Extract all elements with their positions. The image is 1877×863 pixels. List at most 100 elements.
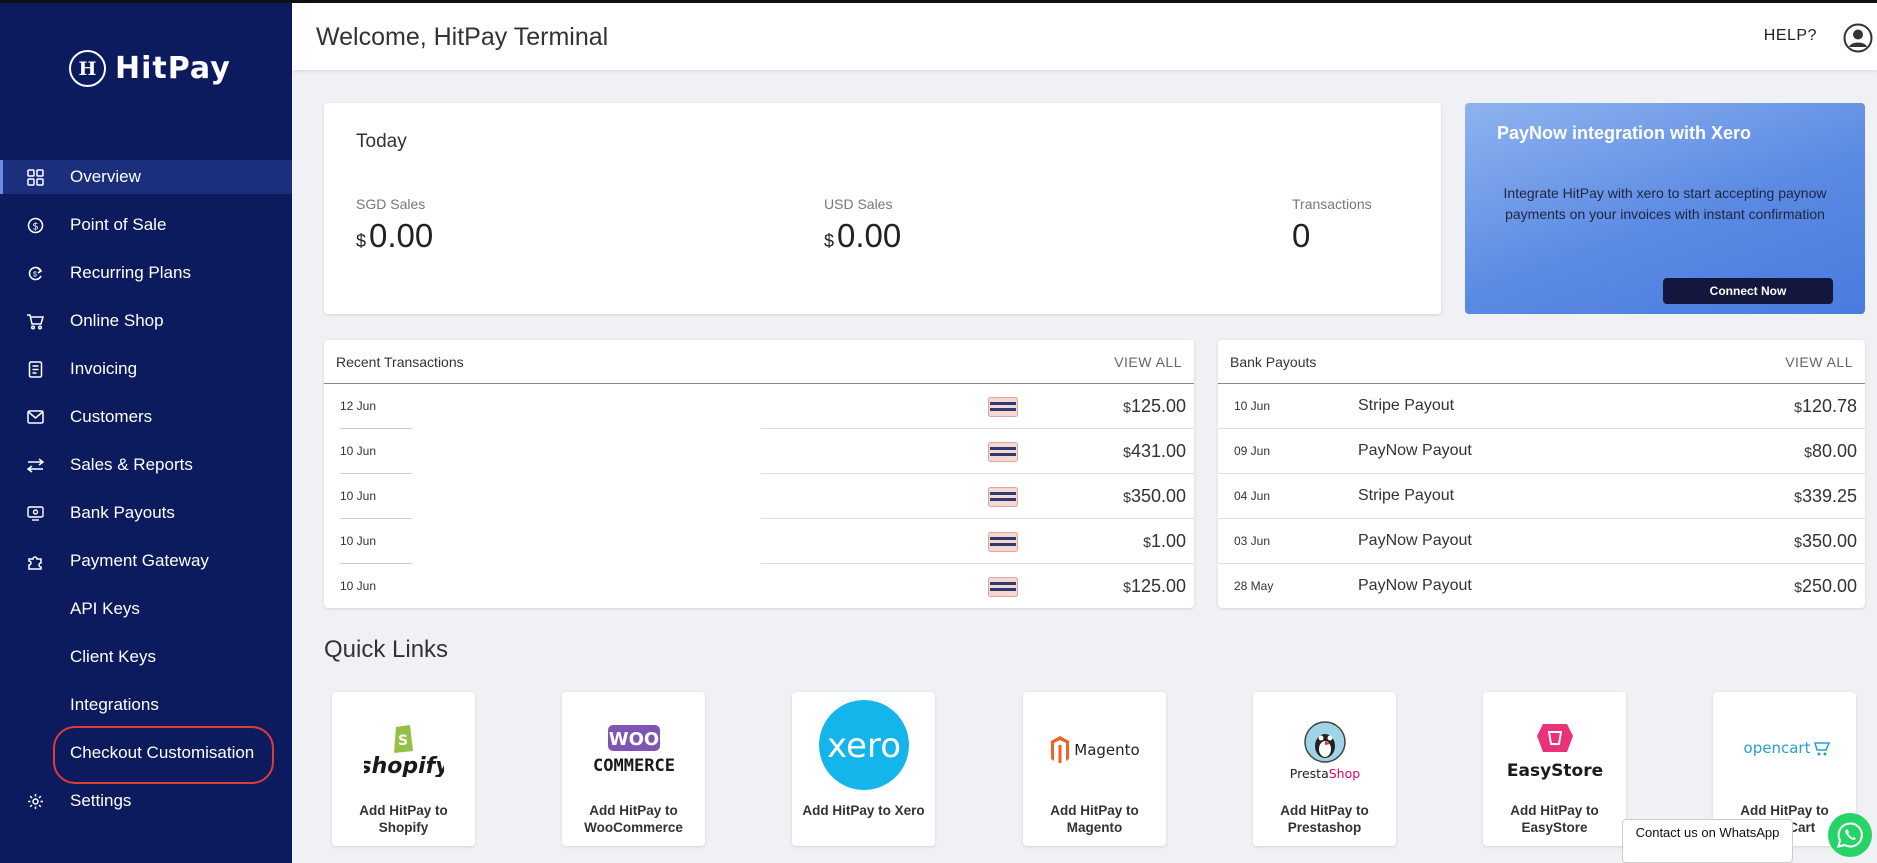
easystore-logo-icon: EasyStore [1483,704,1626,794]
amount-value: 431.00 [1130,441,1186,461]
table-row[interactable]: 10 Jun $431.00 [324,429,1194,474]
table-row[interactable]: 10 Jun Stripe Payout $120.78 [1218,384,1865,429]
brand-logo[interactable]: H HitPay [69,50,231,87]
quick-link-prestashop[interactable]: PrestaShop Add HitPay to Prestashop [1253,692,1396,846]
row-date: 04 Jun [1234,489,1271,503]
stat-value: $0.00 [824,217,901,255]
opencart-wordmark: opencart [1743,739,1810,757]
view-all-transactions-link[interactable]: VIEW ALL [1114,354,1182,370]
row-amount: $120.78 [1794,396,1857,417]
sidebar-item-label: Settings [70,791,132,810]
stat-value: 0 [1292,217,1372,255]
table-row[interactable]: 03 Jun PayNow Payout $350.00 [1218,519,1865,564]
currency-symbol: $ [1794,579,1802,595]
swap-arrows-icon [26,456,44,474]
table-row[interactable]: 10 Jun $350.00 [324,474,1194,519]
row-date: 10 Jun [340,444,377,458]
sidebar-item-label: Integrations [70,695,159,714]
sgd-sales-stat: SGD Sales $0.00 [356,196,433,255]
card-title: Recent Transactions [336,354,464,370]
sidebar-item-online-shop[interactable]: Online Shop [0,304,292,338]
quick-links-title: Quick Links [324,636,449,663]
svg-text:$: $ [33,271,37,278]
sidebar-item-client-keys[interactable]: Client Keys [0,640,292,674]
recurring-icon: $ [26,264,44,282]
table-row[interactable]: 10 Jun $125.00 [324,564,1194,609]
sidebar-item-point-of-sale[interactable]: $ Point of Sale [0,208,292,242]
sidebar-item-customers[interactable]: Customers [0,400,292,434]
currency-symbol: $ [1143,534,1151,550]
sidebar-item-checkout-customisation[interactable]: Checkout Customisation [0,726,292,784]
quick-link-shopify[interactable]: Sshopify Add HitPay to Shopify [332,692,475,846]
row-amount: $1.00 [1143,531,1186,552]
quick-link-magento[interactable]: Magento Add HitPay to Magento [1023,692,1166,846]
payout-icon [26,504,44,522]
sidebar-item-overview[interactable]: Overview [0,160,292,194]
sidebar-item-api-keys[interactable]: API Keys [0,592,292,626]
quick-link-label: Add HitPay to EasyStore [1510,803,1599,835]
sidebar-item-recurring-plans[interactable]: $ Recurring Plans [0,256,292,290]
quick-link-xero[interactable]: xero Add HitPay to Xero [792,692,935,846]
xero-wordmark: xero [826,726,900,766]
sidebar-item-bank-payouts[interactable]: Bank Payouts [0,496,292,530]
quick-link-label: Add HitPay to WooCommerce [584,803,683,835]
quick-link-label: Add HitPay to Shopify [359,803,448,835]
row-date: 10 Jun [340,534,377,548]
sidebar-item-sales-reports[interactable]: Sales & Reports [0,448,292,482]
credit-card-icon [988,577,1018,597]
prestashop-logo-icon: PrestaShop [1253,704,1396,794]
quick-link-woocommerce[interactable]: WOO COMMERCE Add HitPay to WooCommerce [562,692,705,846]
sidebar-item-invoicing[interactable]: Invoicing [0,352,292,386]
whatsapp-contact-bubble[interactable]: Contact us on WhatsApp [1622,819,1793,863]
woocommerce-logo-icon: WOO COMMERCE [562,704,705,794]
currency-symbol: $ [356,231,367,251]
svg-text:S: S [397,733,407,749]
row-date: 12 Jun [340,399,377,413]
stat-label: Transactions [1292,196,1372,212]
row-date: 10 Jun [1234,399,1271,413]
credit-card-icon [988,442,1018,462]
hitpay-logo-icon: H [69,50,106,87]
mail-icon [26,408,44,426]
brand-name: HitPay [115,51,231,86]
table-row[interactable]: 10 Jun $1.00 [324,519,1194,564]
connect-now-button[interactable]: Connect Now [1663,278,1833,304]
row-date: 09 Jun [1234,444,1271,458]
currency-symbol: $ [1794,489,1802,505]
user-avatar-icon[interactable] [1843,23,1873,53]
sidebar-item-integrations[interactable]: Integrations [0,688,292,722]
table-row[interactable]: 04 Jun Stripe Payout $339.25 [1218,474,1865,519]
amount-value: 250.00 [1801,576,1857,596]
quick-link-label: Add HitPay to Xero [802,803,925,818]
shopify-logo-icon: Sshopify [332,704,475,794]
sidebar-item-payment-gateway[interactable]: Payment Gateway [0,544,292,578]
shopify-wordmark: shopify [364,754,444,777]
table-row[interactable]: 12 Jun $125.00 [324,384,1194,429]
sidebar-item-label: Recurring Plans [70,263,191,282]
gear-icon [26,792,44,810]
prestashop-wordmark: PrestaShop [1289,766,1359,781]
dollar-circle-icon: $ [26,216,44,234]
sidebar-item-label: Sales & Reports [70,455,193,474]
help-link[interactable]: HELP? [1764,27,1817,45]
sidebar-item-label: Client Keys [70,647,156,666]
woo-wordmark: WOO [608,729,658,750]
currency-symbol: $ [1794,534,1802,550]
whatsapp-button[interactable] [1828,813,1872,857]
promo-title: PayNow integration with Xero [1497,123,1752,143]
amount-value: 80.00 [1811,441,1857,461]
today-summary-card: Today SGD Sales $0.00 USD Sales $0.00 Tr… [324,103,1441,314]
view-all-payouts-link[interactable]: VIEW ALL [1785,354,1853,370]
quick-link-easystore[interactable]: EasyStore Add HitPay to EasyStore [1483,692,1626,846]
amount-value: 339.25 [1801,486,1857,506]
transactions-stat: Transactions 0 [1292,196,1372,255]
amount-value: 125.00 [1130,576,1186,596]
sidebar-item-label: Checkout Customisation [70,743,255,762]
sidebar-item-settings[interactable]: Settings [0,784,292,818]
grid-icon [26,168,44,186]
amount-value: 1.00 [1150,531,1186,551]
table-row[interactable]: 28 May PayNow Payout $250.00 [1218,564,1865,609]
stat-amount: 0.00 [837,217,902,254]
commerce-wordmark: COMMERCE [593,756,675,776]
table-row[interactable]: 09 Jun PayNow Payout $80.00 [1218,429,1865,474]
